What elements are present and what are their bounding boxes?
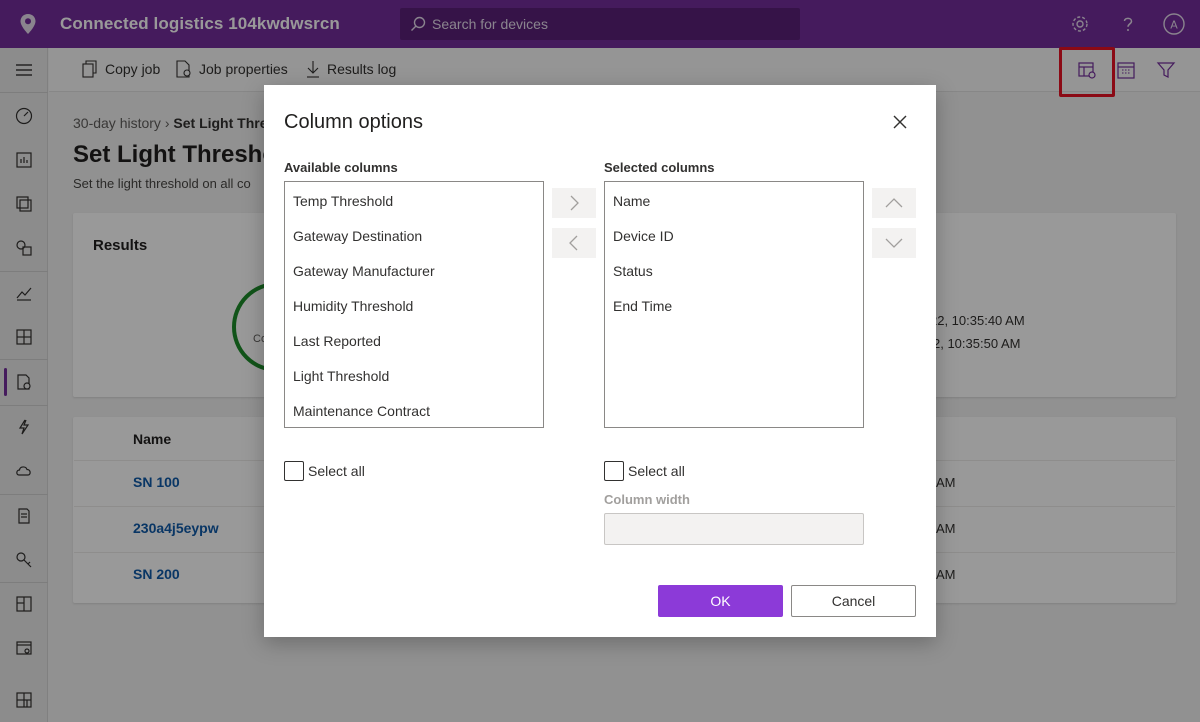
chevron-right-icon bbox=[570, 195, 579, 211]
column-options-dialog: Column options Available columns Selecte… bbox=[264, 85, 936, 637]
selected-columns-list[interactable]: Name Device ID Status End Time bbox=[604, 181, 864, 428]
available-columns-label: Available columns bbox=[284, 160, 398, 175]
column-width-label: Column width bbox=[604, 492, 690, 507]
list-item[interactable]: Gateway Manufacturer bbox=[293, 263, 435, 279]
cancel-button[interactable]: Cancel bbox=[791, 585, 916, 617]
close-icon[interactable] bbox=[890, 112, 910, 132]
select-all-label: Select all bbox=[628, 463, 685, 479]
move-down-button[interactable] bbox=[872, 228, 916, 258]
checkbox[interactable] bbox=[604, 461, 624, 481]
select-all-selected[interactable]: Select all bbox=[604, 461, 685, 481]
dialog-title: Column options bbox=[284, 111, 423, 133]
available-columns-list[interactable]: Temp Threshold Gateway Destination Gatew… bbox=[284, 181, 544, 428]
select-all-available[interactable]: Select all bbox=[284, 461, 365, 481]
list-item[interactable]: Name bbox=[613, 193, 650, 209]
move-left-button[interactable] bbox=[552, 228, 596, 258]
list-item[interactable]: Last Reported bbox=[293, 333, 381, 349]
move-right-button[interactable] bbox=[552, 188, 596, 218]
move-up-button[interactable] bbox=[872, 188, 916, 218]
list-item[interactable]: Humidity Threshold bbox=[293, 298, 413, 314]
column-width-input bbox=[604, 513, 864, 545]
list-item[interactable]: Status bbox=[613, 263, 653, 279]
chevron-up-icon bbox=[885, 198, 903, 208]
select-all-label: Select all bbox=[308, 463, 365, 479]
list-item[interactable]: Device ID bbox=[613, 228, 674, 244]
list-item[interactable]: Light Threshold bbox=[293, 368, 389, 384]
chevron-left-icon bbox=[569, 235, 578, 251]
list-item[interactable]: Gateway Destination bbox=[293, 228, 422, 244]
chevron-down-icon bbox=[885, 238, 903, 248]
selected-columns-label: Selected columns bbox=[604, 160, 715, 175]
list-item[interactable]: Maintenance Contract bbox=[293, 403, 430, 419]
checkbox[interactable] bbox=[284, 461, 304, 481]
ok-button[interactable]: OK bbox=[658, 585, 783, 617]
list-item[interactable]: Temp Threshold bbox=[293, 193, 393, 209]
list-item[interactable]: End Time bbox=[613, 298, 672, 314]
